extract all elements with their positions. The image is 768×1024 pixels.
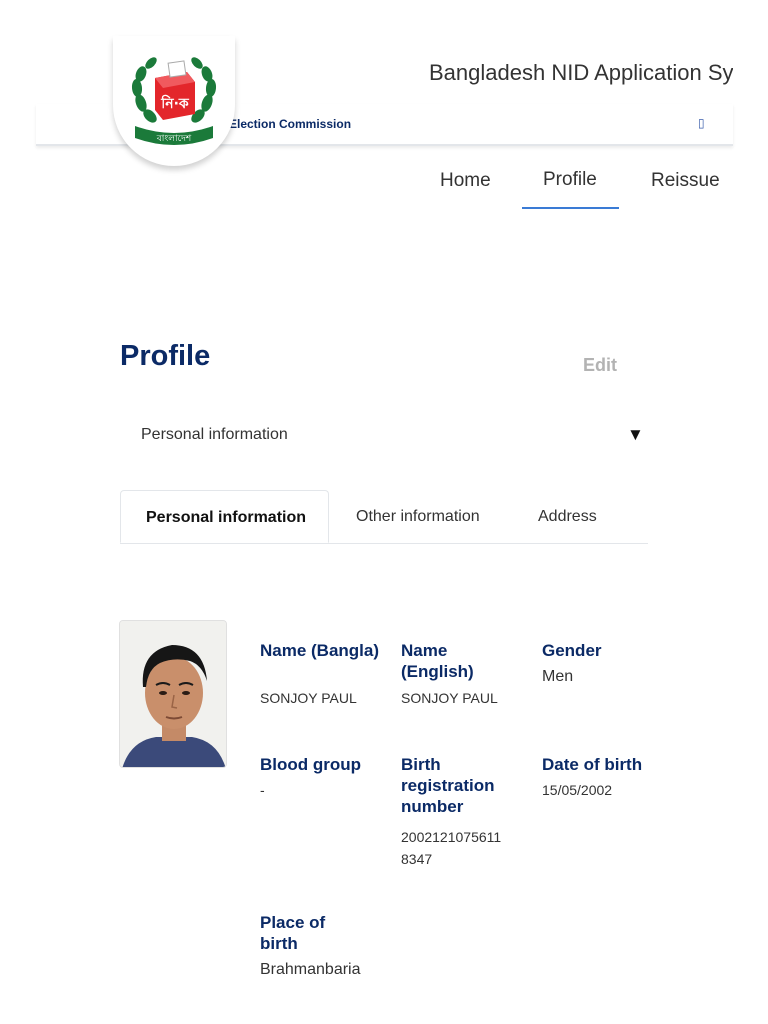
- birth-registration-label: Birth registration number: [401, 755, 495, 816]
- tab-label: Personal information: [146, 509, 307, 526]
- caret-down-icon: ▼: [627, 425, 644, 444]
- logo-emblem-icon: নি·ক বাংলাদেশ: [131, 57, 217, 145]
- main-nav: Home Profile Reissue: [0, 160, 768, 210]
- gender-value: Men: [542, 668, 574, 685]
- profile-photo: [119, 620, 227, 768]
- profile-tabs: Personal information Other information A…: [120, 490, 648, 544]
- svg-text:বাংলাদেশ: বাংলাদেশ: [156, 134, 192, 144]
- nav-home[interactable]: Home: [440, 170, 491, 192]
- name-bangla-value: SONJOY PAUL: [260, 690, 357, 706]
- tab-address[interactable]: Address: [538, 490, 618, 543]
- date-of-birth-label: Date of birth: [542, 755, 643, 774]
- tab-other-information[interactable]: Other information: [356, 490, 506, 543]
- name-bangla-label: Name (Bangla): [260, 641, 380, 660]
- org-name: Election Commission: [229, 117, 352, 131]
- tab-label: Other information: [356, 508, 480, 525]
- name-english-label: Name (English): [401, 641, 474, 681]
- nav-active-indicator: [522, 207, 619, 209]
- app-title: Bangladesh NID Application Sy: [429, 60, 733, 85]
- nav-reissue[interactable]: Reissue: [651, 170, 720, 192]
- name-english-value: SONJOY PAUL: [401, 690, 498, 706]
- gender-label: Gender: [542, 641, 602, 660]
- edit-button[interactable]: Edit: [583, 355, 617, 376]
- place-of-birth-value: Brahmanbaria: [260, 961, 361, 978]
- tab-label: Address: [538, 508, 597, 525]
- section-select[interactable]: Personal information ▼: [120, 412, 648, 458]
- election-commission-logo[interactable]: নি·ক বাংলাদেশ: [113, 36, 235, 166]
- birth-registration-value: 20021210756118347: [401, 829, 502, 867]
- page-title: Profile: [120, 340, 211, 372]
- svg-text:নি·ক: নি·ক: [160, 94, 190, 112]
- place-of-birth-label: Place of birth: [260, 913, 326, 953]
- date-of-birth-value: 15/05/2002: [542, 782, 613, 798]
- header-menu-icon[interactable]: ▯: [698, 116, 705, 130]
- tab-personal-information[interactable]: Personal information: [120, 490, 329, 543]
- nav-profile[interactable]: Profile: [543, 169, 597, 191]
- section-select-value: Personal information: [141, 426, 288, 443]
- blood-group-value: -: [260, 782, 265, 798]
- blood-group-label: Blood group: [260, 755, 362, 774]
